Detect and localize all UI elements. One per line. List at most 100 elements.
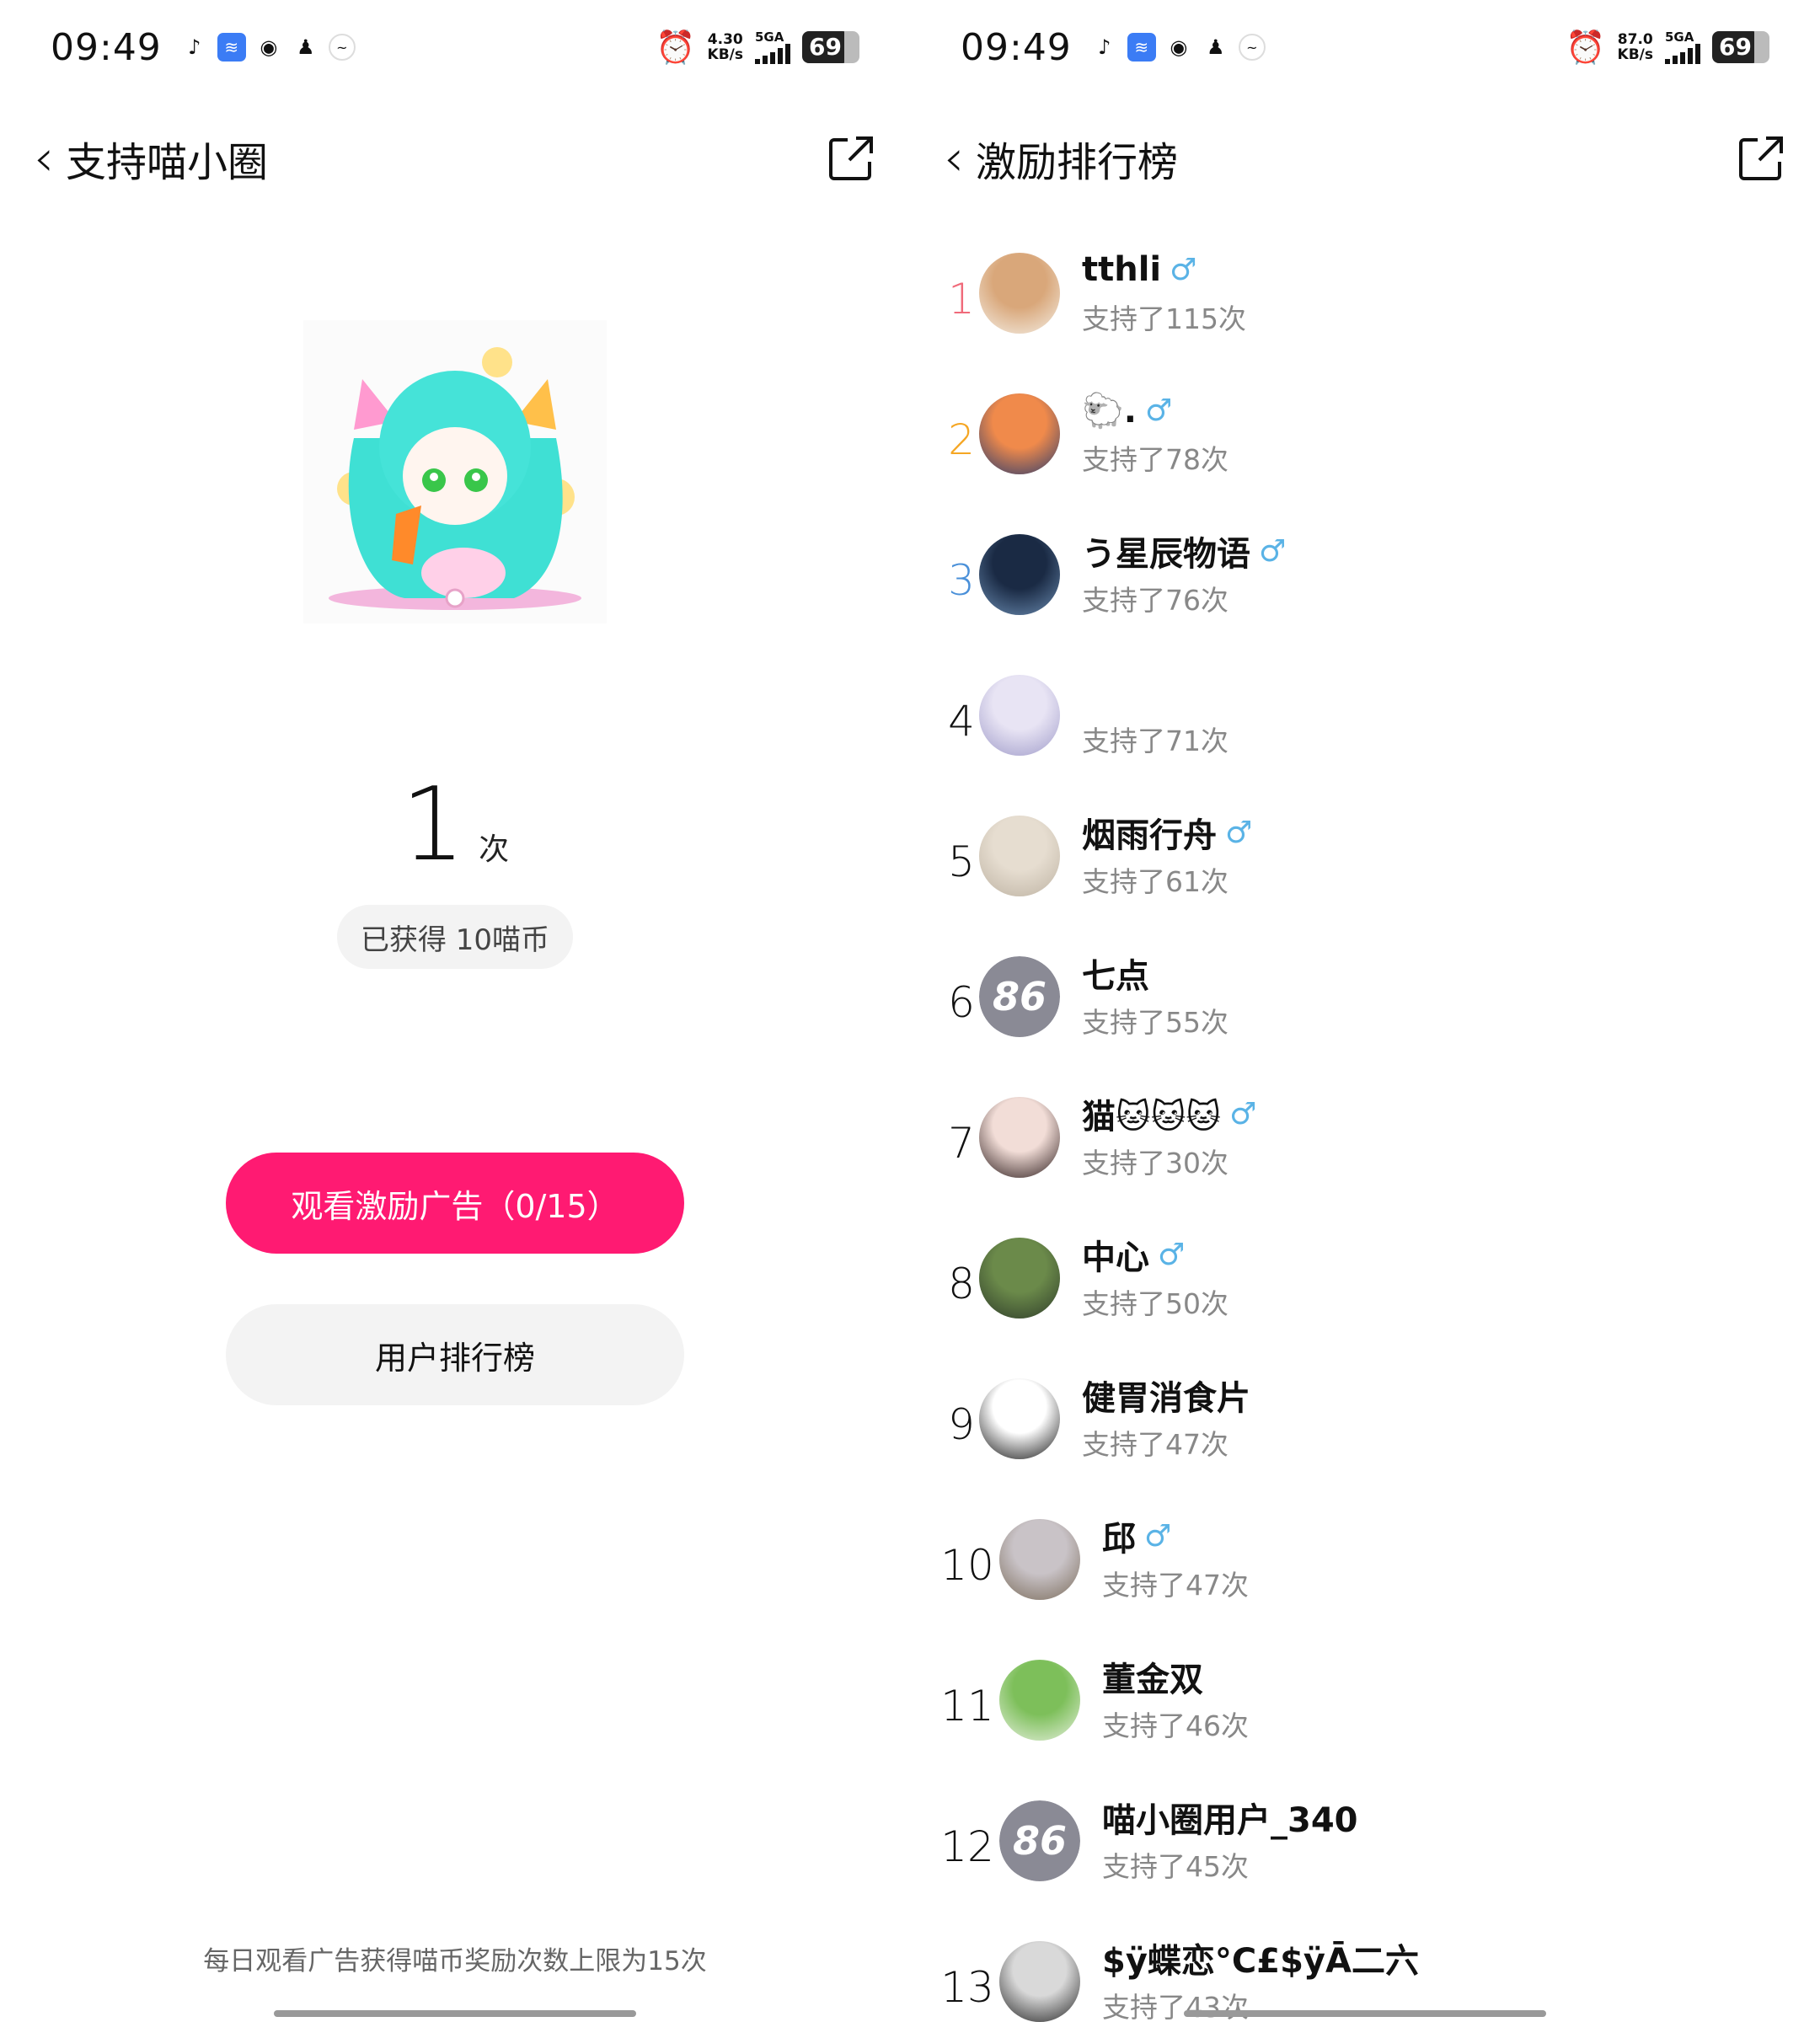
user-avatar[interactable] bbox=[999, 1519, 1080, 1600]
leaderboard-row[interactable]: 1 tthli ♂ 支持了115次 bbox=[910, 243, 1820, 383]
misc-icon: ~ bbox=[328, 34, 356, 61]
leaderboard-row[interactable]: 12 86 喵小圈用户_340 支持了45次 bbox=[910, 1790, 1820, 1931]
leaderboard-page: 09:49 ♪ ≋ ◉ ♟ ~ ⏰ 87.0 KB/s 5GA 69 ‹ 激励排… bbox=[910, 0, 1820, 2022]
user-name-line: tthli ♂ bbox=[1082, 248, 1246, 292]
tiktok-icon: ♪ bbox=[188, 35, 201, 59]
user-name[interactable]: $ÿ蝶恋°C£$ÿĀ二六 bbox=[1102, 1934, 1419, 1982]
misc-icon: ~ bbox=[1238, 34, 1266, 61]
watch-ad-button[interactable]: 观看激励广告（0/15） bbox=[226, 1153, 684, 1254]
user-name[interactable]: tthli bbox=[1082, 250, 1161, 289]
leaderboard-row[interactable]: 6 86 七点 支持了55次 bbox=[910, 946, 1820, 1087]
user-name-line: 🐑. ♂ bbox=[1082, 388, 1228, 432]
user-name[interactable]: 董金双 bbox=[1102, 1652, 1203, 1701]
user-name[interactable]: 喵小圈用户_340 bbox=[1102, 1793, 1358, 1842]
leaderboard-row[interactable]: 7 猫🐱🐱🐱 ♂ 支持了30次 bbox=[910, 1087, 1820, 1228]
support-count-text: 支持了78次 bbox=[1082, 443, 1228, 476]
user-name[interactable]: 邱 bbox=[1102, 1511, 1136, 1560]
user-info: う星辰物语 ♂ 支持了76次 bbox=[1082, 529, 1286, 618]
user-avatar[interactable] bbox=[979, 393, 1060, 474]
user-info: tthli ♂ 支持了115次 bbox=[1082, 248, 1246, 337]
support-count-value: 1 bbox=[400, 767, 466, 884]
leaderboard-row[interactable]: 8 中心 ♂ 支持了50次 bbox=[910, 1228, 1820, 1368]
user-avatar[interactable] bbox=[979, 1378, 1060, 1459]
leaderboard-row[interactable]: 4 支持了71次 bbox=[910, 665, 1820, 805]
signal-icon: 5GA bbox=[1665, 29, 1700, 64]
user-name-line: $ÿ蝶恋°C£$ÿĀ二六 bbox=[1102, 1934, 1419, 1982]
user-info: 喵小圈用户_340 支持了45次 bbox=[1102, 1795, 1358, 1885]
user-info: $ÿ蝶恋°C£$ÿĀ二六 支持了43次 bbox=[1102, 1936, 1419, 2022]
share-icon[interactable] bbox=[826, 133, 876, 184]
user-avatar[interactable] bbox=[979, 816, 1060, 896]
male-gender-icon: ♂ bbox=[1170, 252, 1197, 287]
back-icon[interactable]: ‹ bbox=[944, 133, 964, 184]
tiktok-icon: ♪ bbox=[1098, 35, 1111, 59]
earned-coins-badge: 已获得 10喵币 bbox=[337, 905, 573, 969]
support-count-text: 支持了61次 bbox=[1082, 865, 1228, 898]
rank-number: 12 bbox=[940, 1822, 994, 1871]
battery-icon: 69 bbox=[1712, 31, 1769, 63]
support-count-text: 支持了50次 bbox=[1082, 1287, 1228, 1320]
leaderboard-row[interactable]: 2 🐑. ♂ 支持了78次 bbox=[910, 383, 1820, 524]
user-avatar[interactable] bbox=[999, 1660, 1080, 1741]
user-avatar[interactable] bbox=[979, 253, 1060, 334]
alarm-icon: ⏰ bbox=[656, 28, 696, 66]
home-indicator[interactable] bbox=[1184, 2010, 1546, 2017]
nav-header: ‹ 支持喵小圈 bbox=[34, 118, 876, 199]
support-count-text: 支持了30次 bbox=[1082, 1147, 1228, 1180]
male-gender-icon: ♂ bbox=[1144, 1518, 1172, 1554]
male-gender-icon: ♂ bbox=[1158, 1237, 1186, 1272]
male-gender-icon: ♂ bbox=[1225, 815, 1253, 850]
user-avatar[interactable] bbox=[979, 675, 1060, 756]
leaderboard-row[interactable]: 10 邱 ♂ 支持了47次 bbox=[910, 1509, 1820, 1650]
support-count-text: 支持了55次 bbox=[1082, 1006, 1228, 1039]
battery-icon: 69 bbox=[802, 31, 859, 63]
user-name[interactable]: う星辰物语 bbox=[1082, 527, 1250, 575]
support-count-text: 支持了45次 bbox=[1102, 1850, 1249, 1883]
support-count-text: 支持了47次 bbox=[1082, 1428, 1228, 1461]
user-name[interactable]: 健胃消食片 bbox=[1082, 1371, 1250, 1420]
net-speed: 87.0 KB/s bbox=[1617, 31, 1653, 63]
user-avatar[interactable] bbox=[979, 534, 1060, 615]
support-count-text: 支持了76次 bbox=[1082, 584, 1228, 617]
user-name-line: 烟雨行舟 ♂ bbox=[1082, 808, 1253, 857]
user-name[interactable]: 七点 bbox=[1082, 949, 1149, 998]
share-icon[interactable] bbox=[1736, 133, 1786, 184]
user-info: 🐑. ♂ 支持了78次 bbox=[1082, 388, 1228, 478]
leaderboard-row[interactable]: 3 う星辰物语 ♂ 支持了76次 bbox=[910, 524, 1820, 665]
user-name-line: 七点 bbox=[1082, 949, 1228, 998]
rank-number: 11 bbox=[940, 1682, 994, 1730]
back-icon[interactable]: ‹ bbox=[34, 133, 54, 184]
user-name[interactable]: 🐑. bbox=[1082, 391, 1137, 431]
mascot-image bbox=[303, 320, 607, 623]
user-name[interactable]: 猫🐱🐱🐱 bbox=[1082, 1089, 1221, 1138]
user-info: 猫🐱🐱🐱 ♂ 支持了30次 bbox=[1082, 1092, 1256, 1181]
battery-level: 69 bbox=[1712, 31, 1759, 63]
home-indicator[interactable] bbox=[274, 2010, 636, 2017]
leaderboard-row[interactable]: 9 健胃消食片 支持了47次 bbox=[910, 1368, 1820, 1509]
wifi-assist-icon: ≋ bbox=[217, 33, 246, 62]
leaderboard-button[interactable]: 用户排行榜 bbox=[226, 1304, 684, 1405]
user-avatar[interactable] bbox=[979, 1238, 1060, 1319]
user-avatar[interactable] bbox=[979, 1097, 1060, 1178]
net-speed: 4.30 KB/s bbox=[707, 31, 743, 63]
qq-icon: ♟ bbox=[297, 35, 315, 59]
battery-level: 69 bbox=[802, 31, 849, 63]
user-avatar[interactable] bbox=[999, 1941, 1080, 2022]
support-count-unit: 次 bbox=[479, 832, 510, 867]
default-avatar-badge: 86 bbox=[979, 956, 1060, 1037]
leaderboard-row[interactable]: 11 董金双 支持了46次 bbox=[910, 1650, 1820, 1790]
user-name[interactable]: 烟雨行舟 bbox=[1082, 808, 1217, 857]
default-avatar-badge: 86 bbox=[999, 1800, 1080, 1881]
user-name-line: 猫🐱🐱🐱 ♂ bbox=[1082, 1089, 1256, 1138]
leaderboard-row[interactable]: 5 烟雨行舟 ♂ 支持了61次 bbox=[910, 805, 1820, 946]
leaderboard-row[interactable]: 13 $ÿ蝶恋°C£$ÿĀ二六 支持了43次 bbox=[910, 1931, 1820, 2022]
signal-icon: 5GA bbox=[755, 30, 790, 64]
status-bar: 09:49 ♪ ≋ ◉ ♟ ~ ⏰ 4.30 KB/s 5GA 69 bbox=[51, 20, 859, 74]
network-type: 5GA bbox=[1665, 29, 1694, 45]
user-avatar[interactable]: 86 bbox=[979, 956, 1060, 1037]
alarm-icon: ⏰ bbox=[1566, 28, 1606, 66]
support-count-text: 支持了115次 bbox=[1082, 302, 1246, 335]
user-avatar[interactable]: 86 bbox=[999, 1800, 1080, 1881]
status-bar: 09:49 ♪ ≋ ◉ ♟ ~ ⏰ 87.0 KB/s 5GA 69 bbox=[961, 20, 1769, 74]
user-name[interactable]: 中心 bbox=[1082, 1230, 1149, 1279]
